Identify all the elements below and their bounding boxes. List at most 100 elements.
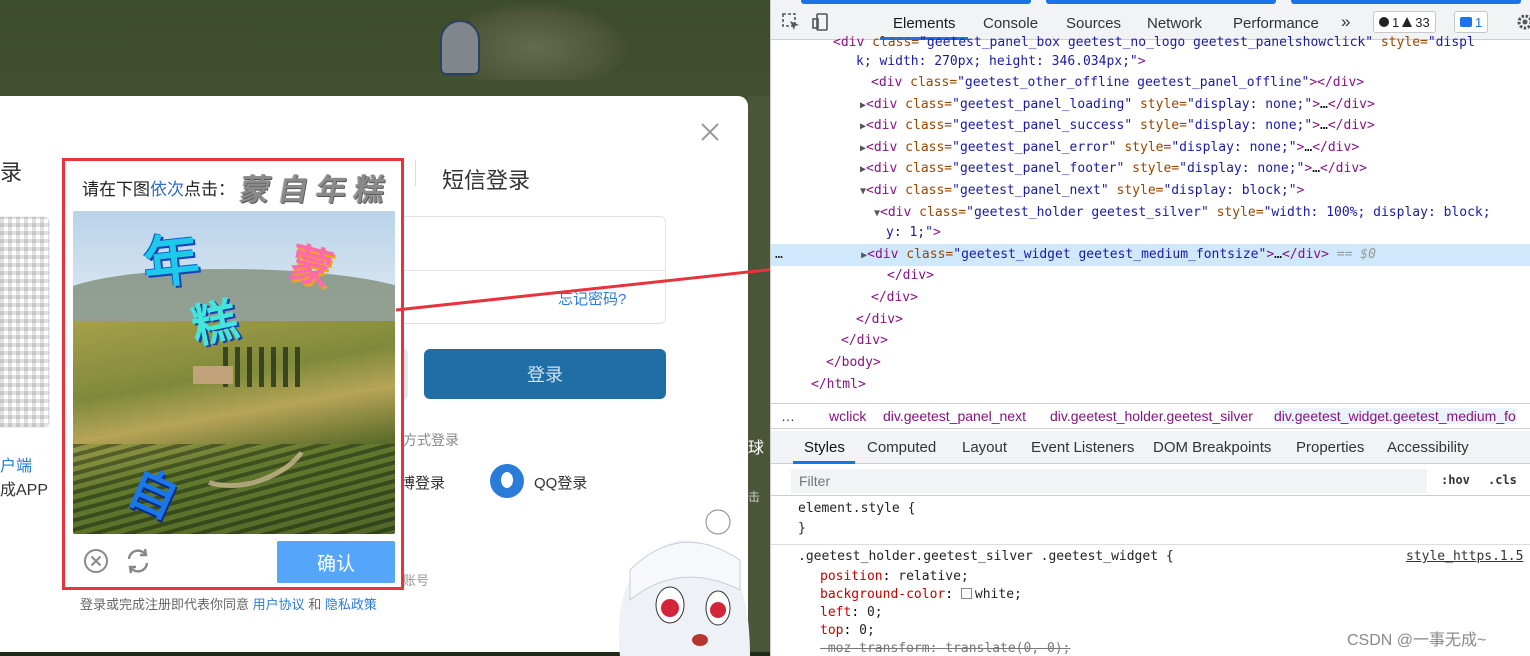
dom-node[interactable]: </body> [826,352,881,373]
prompt-highlight: 依次 [150,180,184,199]
error-count: 1 [1392,14,1400,30]
dom-node[interactable]: </div> [841,330,888,351]
agreement-prefix: 登录或完成注册即代表你同意 [80,597,250,612]
strip-text: 球 [748,440,765,457]
captcha-close-icon[interactable] [83,548,109,579]
error-icon [1379,17,1389,27]
dom-node[interactable]: ▼<div class="geetest_panel_next" style="… [860,180,1304,201]
color-swatch[interactable] [960,588,972,599]
element-style-close: } [798,521,806,536]
captcha-refresh-icon[interactable] [123,546,153,581]
toolbar-progress-bars [801,0,1521,4]
sequence-char: 年 [313,173,350,208]
hover-state-toggle[interactable]: :hov [1441,473,1470,487]
inspect-element-icon[interactable] [781,12,801,35]
selected-node-marker: == $0 [1336,247,1376,262]
settings-gear-icon[interactable] [1516,13,1530,34]
messages-badge[interactable]: 1 [1454,11,1489,33]
qr-code [0,216,50,428]
tab-password-login[interactable]: 录 [0,155,22,187]
element-style-selector[interactable]: element.style { [798,501,915,516]
subtab-event-listeners[interactable]: Event Listeners [1031,439,1134,456]
login-button[interactable]: 登录 [424,349,666,399]
breadcrumb-item[interactable]: div.geetest_panel_next [883,408,1026,424]
anime-character-image [618,509,750,656]
dom-node[interactable]: <div class="geetest_panel_box geetest_no… [833,32,1475,53]
breadcrumb-item[interactable]: wclick [829,408,866,424]
captcha-target-char[interactable]: 年 [139,214,203,300]
client-download-link[interactable]: 户端 [0,452,32,476]
prompt-text: 请在下图 [82,180,150,199]
issues-badge[interactable]: 1 33 [1373,11,1436,33]
breadcrumb-item[interactable]: div.geetest_holder.geetest_silver [1050,408,1253,424]
privacy-policy-link[interactable]: 隐私政策 [325,597,377,612]
subtab-dom-breakpoints[interactable]: DOM Breakpoints [1153,439,1271,456]
dom-node[interactable]: </html> [811,374,866,395]
rule-divider [771,544,1530,545]
register-hint: 账号 [403,573,430,588]
css-declaration[interactable]: top: 0; [820,623,875,638]
dom-node[interactable]: </div> [871,287,918,308]
css-declaration[interactable]: background-color: white; [820,587,1022,602]
forgot-password-link[interactable]: 忘记密码? [558,288,626,309]
dom-node-selected[interactable]: … ▶<div class="geetest_widget geetest_me… [775,244,1376,265]
captcha-confirm-button[interactable]: 确认 [277,541,395,583]
subtab-layout[interactable]: Layout [962,439,1007,456]
tab-divider [415,160,416,186]
dom-node[interactable]: y: 1;"> [886,222,941,243]
dom-node[interactable]: ▶<div class="geetest_panel_footer" style… [860,158,1367,179]
sequence-char: 蒙 [237,173,274,208]
dom-node[interactable]: ▶<div class="geetest_panel_success" styl… [860,115,1375,136]
dom-tree: <div class="geetest_panel_box geetest_no… [771,35,1530,398]
subtab-computed[interactable]: Computed [867,439,936,456]
styles-filter-input[interactable] [791,469,1427,493]
element-breadcrumbs: … wclick div.geetest_panel_next div.geet… [771,403,1530,429]
warning-count: 33 [1415,14,1430,30]
dom-node[interactable]: ▼<div class="geetest_holder geetest_silv… [874,202,1491,223]
tab-sms-login[interactable]: 短信登录 [442,163,530,195]
dom-node[interactable]: </div> [856,309,903,330]
tab-sources[interactable]: Sources [1066,15,1121,32]
subtab-properties[interactable]: Properties [1296,439,1364,456]
client-app-text: 成APP [0,482,49,499]
qq-login-link[interactable]: QQ登录 [534,472,587,493]
subtab-accessibility[interactable]: Accessibility [1387,439,1469,456]
more-tabs-icon[interactable]: » [1341,12,1350,32]
css-declaration-overridden[interactable]: -moz-transform: translate(0, 0); [820,641,1070,656]
captcha-prompt: 请在下图依次点击： [82,175,235,200]
breadcrumb-item-current[interactable]: div.geetest_widget.geetest_medium_fo [1274,408,1516,424]
captcha-image[interactable]: 年 蒙 糕 自 [73,211,395,534]
image-trees [223,346,303,387]
captcha-sequence: 蒙 自 年 糕 [237,165,387,209]
tab-network[interactable]: Network [1147,15,1202,32]
subtab-styles[interactable]: Styles [804,439,845,456]
message-count: 1 [1475,14,1483,30]
dom-node[interactable]: k; width: 270px; height: 346.034px;"> [856,51,1146,72]
rule-selector[interactable]: .geetest_holder.geetest_silver .geetest_… [798,549,1174,564]
dom-node[interactable]: ▶<div class="geetest_panel_error" style=… [860,137,1359,158]
devtools-panel: Elements Console Sources Network Perform… [770,0,1530,656]
tab-elements[interactable]: Elements [893,15,956,32]
tab-console[interactable]: Console [983,15,1038,32]
dom-node[interactable]: ▶<div class="geetest_panel_loading" styl… [860,94,1375,115]
css-declaration[interactable]: position: relative; [820,569,969,584]
sequence-char: 糕 [351,173,388,208]
other-login-methods-label: 方式登录 [403,432,459,448]
dom-node[interactable]: </div> [887,265,934,286]
class-toggle[interactable]: .cls [1488,473,1517,487]
modal-close-icon[interactable] [698,120,722,149]
agreement-and: 和 [308,597,322,612]
dom-node[interactable]: <div class="geetest_other_offline geetes… [871,72,1364,93]
weibo-login-link[interactable]: 博登录 [400,472,445,493]
breadcrumb-more[interactable]: … [781,408,795,424]
qq-icon[interactable] [490,464,524,498]
css-declaration[interactable]: left: 0; [820,605,883,620]
user-agreement-link[interactable]: 用户协议 [253,597,305,612]
message-icon [1460,17,1472,27]
rule-source-link[interactable]: style_https.1.5 [1406,549,1523,564]
prompt-text: 点击： [184,180,235,199]
device-toolbar-icon[interactable] [811,12,831,35]
sequence-char: 自 [275,173,312,208]
form-divider [400,270,666,271]
tab-performance[interactable]: Performance [1233,15,1319,32]
